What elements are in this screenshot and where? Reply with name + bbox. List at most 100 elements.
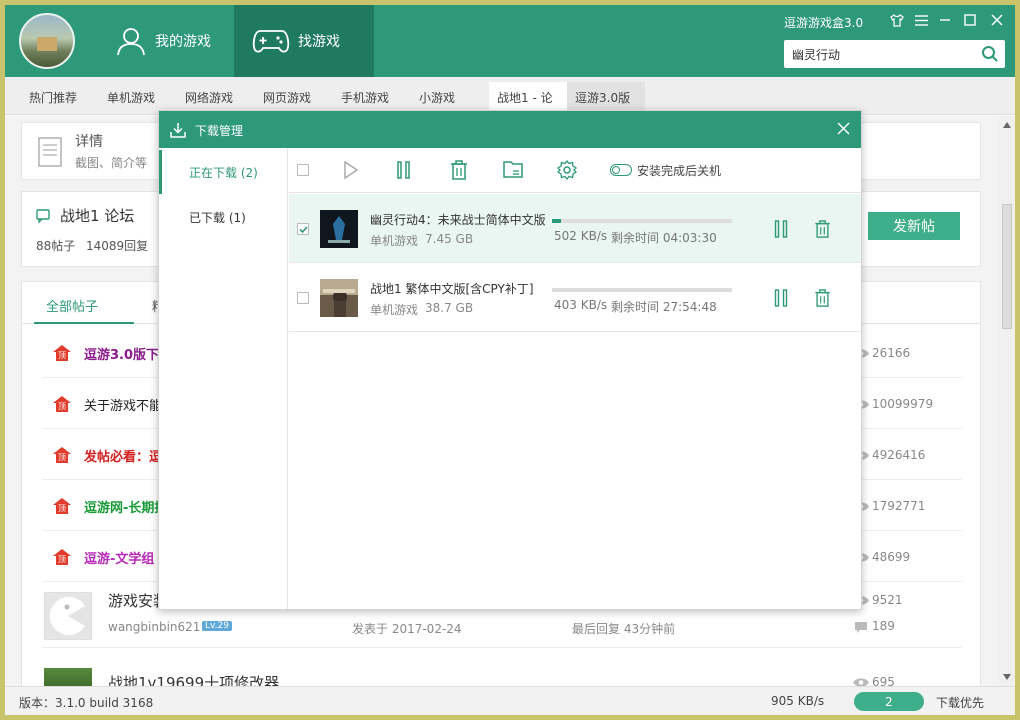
post-title[interactable]: 关于游戏不能	[84, 395, 162, 414]
pin-top-icon: 顶	[53, 498, 71, 514]
download-size: 7.45 GB	[425, 232, 474, 246]
search-input[interactable]	[792, 45, 972, 63]
trash-icon[interactable]	[814, 220, 831, 238]
minimize-icon	[940, 19, 950, 21]
scroll-down-icon	[1003, 674, 1011, 680]
select-all-checkbox[interactable]	[297, 164, 309, 176]
view-count: 4926416	[872, 448, 926, 462]
shutdown-label: 安装完成后关机	[637, 164, 722, 178]
category-online[interactable]: 网络游戏	[185, 89, 233, 106]
post-title[interactable]: 发帖必看：逗	[84, 446, 162, 465]
maximize-icon	[964, 14, 976, 26]
svg-text:顶: 顶	[58, 402, 66, 411]
download-category: 单机游戏	[370, 303, 419, 317]
forum-post-count: 88帖子	[36, 239, 76, 253]
sidebar-item-downloaded[interactable]: 已下载 (1)	[159, 195, 287, 239]
download-mode[interactable]: 下载优先	[936, 694, 984, 711]
category-web[interactable]: 网页游戏	[263, 89, 311, 106]
nav-find-games-label: 找游戏	[298, 34, 340, 50]
forum-title: 战地1 论坛	[60, 207, 135, 225]
post-last-reply: 最后回复 43分钟前	[572, 622, 676, 636]
svg-text:顶: 顶	[58, 453, 66, 462]
pause-icon[interactable]	[774, 220, 788, 238]
dialog-title: 下载管理	[195, 124, 244, 138]
sidebar-item-downloading[interactable]: 正在下载 (2)	[159, 150, 287, 194]
minimize-button[interactable]	[935, 11, 955, 29]
shirt-icon	[890, 13, 904, 27]
pin-top-icon: 顶	[53, 396, 71, 412]
pause-icon[interactable]	[774, 289, 788, 307]
gamepad-icon	[252, 30, 290, 53]
folder-icon[interactable]	[503, 160, 523, 178]
download-speed: 502 KB/s	[554, 229, 608, 243]
menu-button[interactable]	[911, 11, 931, 29]
dialog-close-icon[interactable]	[837, 122, 850, 135]
dialog-toolbar: 安装完成后关机	[289, 148, 861, 193]
new-post-button[interactable]: 发新帖	[868, 212, 960, 240]
tab-underline	[34, 322, 134, 324]
pin-top-icon: 顶	[53, 447, 71, 463]
close-button[interactable]	[987, 11, 1007, 29]
scroll-thumb[interactable]	[1002, 204, 1012, 329]
document-icon	[38, 137, 62, 167]
category-mobile[interactable]: 手机游戏	[341, 89, 389, 106]
pause-icon[interactable]	[396, 160, 412, 180]
toggle-knob	[612, 166, 620, 174]
row-checkbox[interactable]	[297, 292, 309, 304]
download-row[interactable]: 战地1 繁体中文版[含CPY补丁] 单机游戏 38.7 GB 403 KB/s …	[289, 263, 861, 332]
pin-top-icon: 顶	[53, 345, 71, 361]
chat-icon	[36, 209, 50, 223]
app-header: 我的游戏 找游戏 逗游游戏盒3.0	[5, 5, 1015, 77]
nav-my-games[interactable]: 我的游戏	[115, 5, 211, 77]
post-title[interactable]: 逗游-文学组	[84, 548, 154, 567]
download-remaining: 剩余时间 04:03:30	[611, 231, 717, 245]
view-count: 10099979	[872, 397, 934, 411]
avatar[interactable]	[19, 13, 75, 69]
row-checkbox[interactable]	[297, 223, 309, 235]
forum-reply-count: 14089回复	[86, 239, 149, 253]
scroll-up-icon	[1003, 122, 1011, 128]
download-size: 38.7 GB	[425, 301, 474, 315]
download-name: 战地1 繁体中文版[含CPY补丁]	[370, 282, 534, 296]
trash-icon[interactable]	[814, 289, 831, 307]
search-icon[interactable]	[981, 45, 999, 66]
app-title: 逗游游戏盒3.0	[784, 16, 864, 30]
nav-find-games[interactable]: 找游戏	[234, 5, 374, 77]
trash-icon[interactable]	[450, 160, 468, 180]
progress-fill	[552, 219, 561, 223]
dialog-sidebar: 正在下载 (2) 已下载 (1)	[159, 148, 288, 609]
maximize-button[interactable]	[960, 11, 980, 29]
game-cover-battlefield	[320, 279, 358, 317]
download-category: 单机游戏	[370, 234, 419, 248]
download-name: 幽灵行动4：未来战士简体中文版	[370, 213, 546, 227]
shutdown-toggle[interactable]	[610, 164, 632, 176]
post-author[interactable]: wangbinbin621	[108, 620, 200, 634]
download-count-badge[interactable]: 2	[854, 692, 924, 711]
gear-icon[interactable]	[557, 160, 577, 180]
detail-subtitle: 截图、简介等	[75, 156, 148, 170]
progress-bar	[552, 288, 732, 292]
view-count: 9521	[872, 593, 903, 607]
status-bar: 版本：3.1.0 build 3168 905 KB/s 2 下载优先	[5, 686, 1015, 715]
post-title[interactable]: 逗游网-长期招	[84, 497, 167, 516]
detail-title: 详情	[75, 134, 103, 150]
download-row[interactable]: 幽灵行动4：未来战士简体中文版 单机游戏 7.45 GB 502 KB/s 剩余…	[289, 194, 861, 263]
user-icon	[117, 28, 145, 56]
post-date: 发表于 2017-02-24	[352, 622, 462, 636]
category-hot[interactable]: 热门推荐	[29, 89, 77, 106]
category-mini[interactable]: 小游戏	[419, 89, 455, 106]
comment-icon	[855, 622, 867, 633]
view-count: 1792771	[872, 499, 926, 513]
total-speed: 905 KB/s	[771, 694, 825, 708]
search-box	[784, 40, 1005, 68]
download-remaining: 剩余时间 27:54:48	[611, 300, 717, 314]
tab-all-posts[interactable]: 全部帖子	[46, 296, 98, 315]
play-icon[interactable]	[343, 160, 359, 180]
dialog-header: 下载管理	[159, 111, 861, 148]
category-single[interactable]: 单机游戏	[107, 89, 155, 106]
pin-top-icon: 顶	[53, 549, 71, 565]
svg-text:顶: 顶	[58, 351, 66, 360]
scrollbar[interactable]	[999, 116, 1015, 686]
skin-button[interactable]	[887, 11, 907, 29]
menu-icon	[914, 14, 928, 26]
